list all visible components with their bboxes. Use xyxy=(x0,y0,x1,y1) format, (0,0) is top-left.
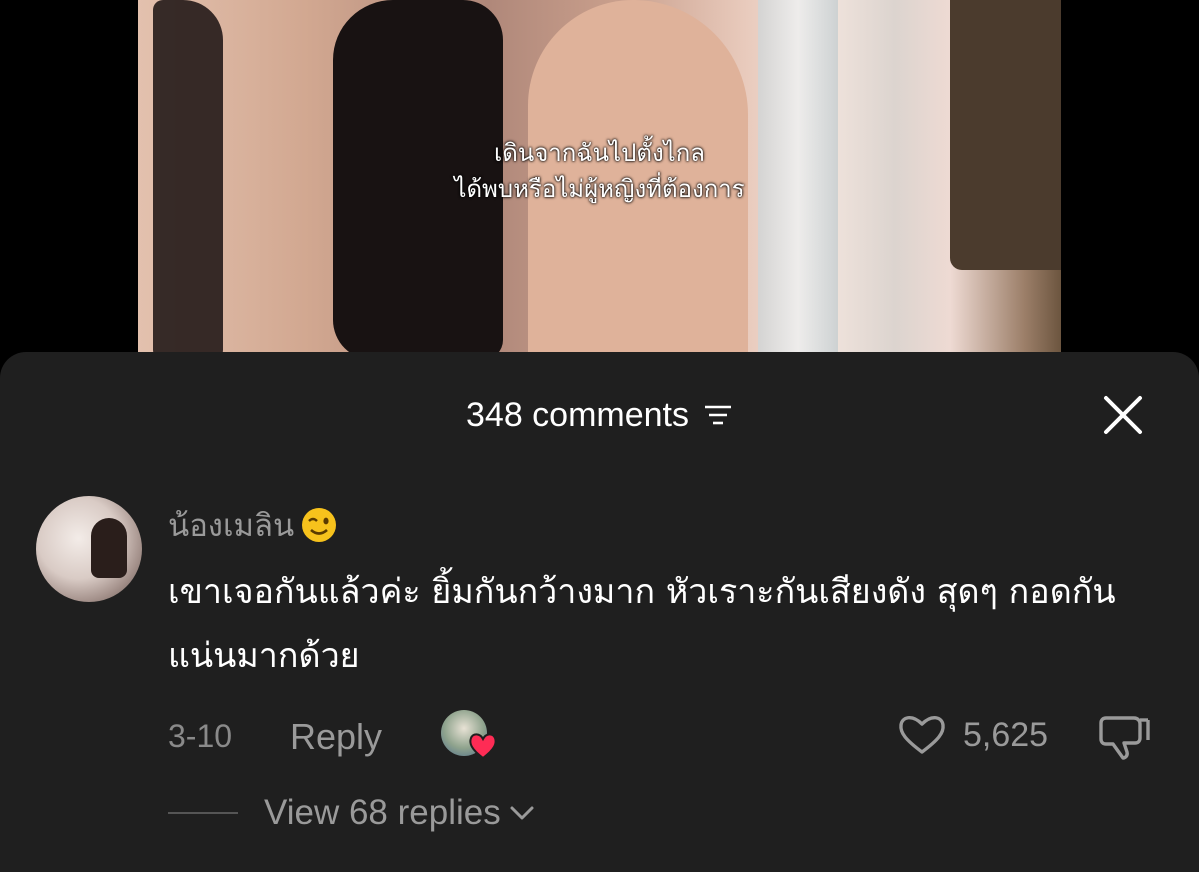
subtitle-line-2: ได้พบหรือไม่ผู้หญิงที่ต้องการ xyxy=(454,175,745,203)
comment-text: เขาเจอกันแล้วค่ะ ยิ้มกันกว้างมาก หัวเราะ… xyxy=(168,572,1116,676)
avatar-figure xyxy=(91,518,127,578)
video-player[interactable]: เดินจากฉันไปตั้งไกล ได้พบหรือไม่ผู้หญิงท… xyxy=(138,0,1061,360)
comments-count: 348 comments xyxy=(466,395,689,434)
creator-liked-avatar xyxy=(441,710,497,760)
close-x-icon[interactable] xyxy=(1102,394,1144,436)
view-replies-button[interactable]: View 68 replies xyxy=(264,793,501,833)
video-subtitle: เดินจากฉันไปตั้งไกล ได้พบหรือไม่ผู้หญิงท… xyxy=(138,135,1061,207)
comments-header: 348 comments xyxy=(0,390,1199,440)
like-count: 5,625 xyxy=(963,716,1049,754)
comment-username[interactable]: น้องเมลิน xyxy=(168,500,294,550)
commenter-avatar[interactable] xyxy=(36,496,142,602)
heart-badge-icon xyxy=(469,733,497,760)
comment-username-row[interactable]: น้องเมลิน xyxy=(168,500,338,550)
comment-date: 3-10 xyxy=(168,718,233,754)
comments-sheet: 348 comments น้องเมลิน เขาเจอกันแล้วค่ะ … xyxy=(0,352,1199,872)
subtitle-line-1: เดินจากฉันไปตั้งไกล xyxy=(494,139,705,167)
chevron-down-icon xyxy=(510,806,534,820)
view-replies-row[interactable]: View 68 replies xyxy=(168,788,535,838)
reply-button[interactable]: Reply xyxy=(290,716,382,758)
thumbs-down-icon[interactable] xyxy=(1098,710,1154,760)
winking-face-icon xyxy=(302,508,337,542)
comment-meta-row: 3-10 Reply 5,625 xyxy=(168,710,1168,762)
replies-divider xyxy=(168,812,238,814)
filter-lines-icon[interactable] xyxy=(703,403,733,427)
heart-outline-icon[interactable] xyxy=(896,710,948,758)
